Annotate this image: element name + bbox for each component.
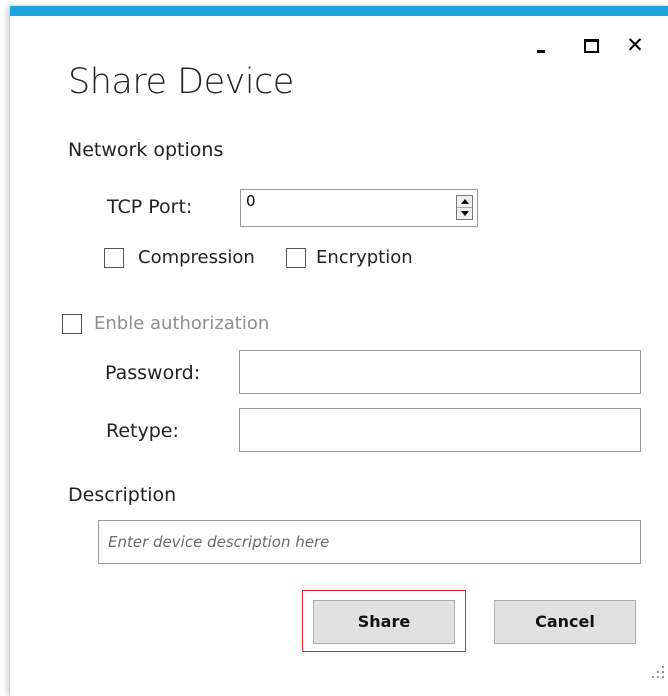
tcp-port-label: TCP Port:	[107, 196, 193, 218]
port-spinner[interactable]	[456, 195, 473, 220]
minimize-icon[interactable]	[528, 32, 554, 58]
share-device-window: ✕ Share Device Network options TCP Port:…	[10, 6, 668, 696]
description-field[interactable]: Enter device description here	[98, 520, 641, 564]
encryption-checkbox[interactable]	[286, 248, 306, 268]
network-options-label: Network options	[68, 139, 224, 161]
dialog-title: Share Device	[68, 62, 294, 102]
cancel-button[interactable]: Cancel	[494, 600, 636, 644]
tcp-port-stepper[interactable]: 0	[240, 189, 478, 227]
compression-checkbox[interactable]	[104, 248, 124, 268]
spin-up-icon[interactable]	[457, 196, 472, 208]
password-field[interactable]	[239, 350, 641, 394]
description-placeholder: Enter device description here	[108, 533, 330, 551]
retype-label: Retype:	[106, 420, 179, 442]
maximize-icon[interactable]	[578, 32, 604, 58]
encryption-label: Encryption	[316, 247, 413, 268]
retype-password-field[interactable]	[239, 408, 641, 452]
window-accent-bar	[10, 6, 668, 16]
description-label: Description	[68, 484, 177, 506]
enable-authorization-label: Enble authorization	[94, 313, 270, 334]
compression-label: Compression	[138, 247, 255, 268]
tcp-port-value: 0	[246, 192, 256, 210]
resize-grip-icon[interactable]	[650, 666, 666, 682]
share-button[interactable]: Share	[313, 600, 455, 644]
spin-down-icon[interactable]	[457, 208, 472, 220]
enable-authorization-checkbox[interactable]	[62, 314, 82, 334]
close-icon[interactable]: ✕	[622, 32, 648, 58]
password-label: Password:	[105, 362, 201, 384]
